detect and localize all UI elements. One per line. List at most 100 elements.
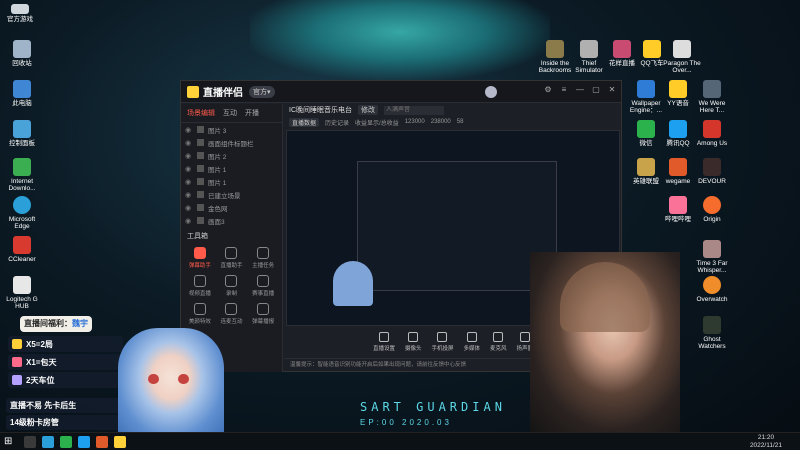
desktop-icon-amongus[interactable]: Among Us	[692, 120, 732, 147]
settings-icon[interactable]: ⚙	[543, 85, 553, 95]
tool-video-live[interactable]: 视频直播	[185, 273, 215, 299]
eye-icon[interactable]: ◉	[185, 126, 193, 134]
desktop-icon-devour[interactable]: DEVOUR	[692, 158, 732, 185]
image-icon	[197, 178, 204, 185]
tab-scene-edit[interactable]: 场景编辑	[187, 108, 215, 118]
tool-streamer-tasks[interactable]: 主播任务	[248, 245, 278, 271]
eye-icon[interactable]: ◉	[185, 178, 193, 186]
eye-icon[interactable]: ◉	[185, 152, 193, 160]
scene-item[interactable]: ◉ 图片 1	[181, 162, 282, 175]
wallpaper-hair	[250, 0, 550, 80]
qq-icon	[669, 120, 687, 138]
overwatch-icon	[703, 276, 721, 294]
image-icon	[197, 217, 204, 224]
scene-item[interactable]: ◉ 图片 2	[181, 149, 282, 162]
tab-live[interactable]: 开播	[245, 108, 259, 118]
desktop-icon-control-panel[interactable]: 控制面板	[2, 120, 42, 147]
avatar-eyes	[148, 374, 194, 384]
wegame-icon	[669, 158, 687, 176]
camera-button[interactable]: 摄像头	[405, 332, 421, 352]
version-dropdown[interactable]: 官方▾	[249, 85, 275, 98]
image-icon	[197, 152, 204, 159]
desktop-icon-paragon[interactable]: Paragon The Over...	[662, 40, 702, 74]
media-button[interactable]: 多媒体	[464, 332, 480, 352]
taskbar-app-icon[interactable]	[96, 436, 108, 448]
settings-icon	[378, 332, 389, 342]
app-title: 直播伴侣	[203, 88, 243, 99]
recycle-bin-icon	[13, 40, 31, 58]
scene-item[interactable]: ◉ 图片 1	[181, 175, 282, 188]
desktop-icon-edge[interactable]: Microsoft Edge	[2, 196, 42, 230]
tool-esports-live[interactable]: 赛事直播	[248, 273, 278, 299]
taskbar-search-icon[interactable]	[24, 436, 36, 448]
taskbar-edge-icon[interactable]	[42, 436, 54, 448]
live-data-badge[interactable]: 直播数据	[289, 117, 320, 127]
tool-live-assistant[interactable]: 直播助手	[217, 245, 247, 271]
microphone-button[interactable]: 麦克风	[490, 332, 507, 352]
overlay-title: 直播间福利：魏宇	[20, 316, 92, 332]
taskbar: ⊞ 21:20 2022/11/21	[0, 432, 800, 450]
tool-danmu-assistant[interactable]: 弹幕助手	[185, 245, 215, 271]
desktop-icon-wewerehere[interactable]: We Were Here T...	[692, 80, 732, 114]
gift-icon	[12, 357, 22, 367]
trophy-icon	[257, 275, 270, 287]
windows-start-icon[interactable]: ⊞	[4, 436, 16, 448]
desktop-icon-ghub[interactable]: Logitech G HUB	[2, 276, 42, 310]
footer-line: 14级粉卡房管	[6, 415, 126, 430]
rule-item: X1=包天	[8, 354, 123, 370]
game-icon	[703, 158, 721, 176]
scene-item[interactable]: ◉ 图片 3	[181, 123, 282, 136]
taskbar-clock[interactable]: 21:20 2022/11/21	[750, 434, 782, 450]
close-icon[interactable]: ✕	[607, 85, 617, 95]
wallpaper-subtitle: EP:00 2020.03	[360, 418, 452, 427]
scene-tabs: 场景编辑 互动 开播	[181, 104, 282, 123]
eye-icon[interactable]: ◉	[185, 165, 193, 173]
tool-danmu-broadcast[interactable]: 弹幕播报	[248, 301, 278, 327]
minimize-icon[interactable]: —	[575, 85, 585, 95]
user-avatar[interactable]	[485, 86, 497, 98]
computer-icon	[13, 80, 31, 98]
desktop-icon-time3[interactable]: Time 3 Far Whisper...	[692, 240, 732, 274]
taskbar-qq-icon[interactable]	[78, 436, 90, 448]
eye-icon[interactable]: ◉	[185, 217, 193, 225]
desktop-icon-this-pc[interactable]: 此电脑	[2, 80, 42, 107]
beauty-icon	[193, 303, 206, 315]
desktop-icon-origin[interactable]: Origin	[692, 196, 732, 223]
image-icon	[197, 126, 204, 133]
room-tag-input[interactable]	[384, 105, 444, 115]
taskbar-streaming-icon[interactable]	[114, 436, 126, 448]
tab-interact[interactable]: 互动	[223, 108, 237, 118]
history-label[interactable]: 历史记录	[325, 118, 349, 127]
income-value: 123000	[404, 119, 425, 125]
video-icon	[193, 275, 206, 287]
desktop-icon-overwatch[interactable]: Overwatch	[692, 276, 732, 303]
edge-icon	[13, 196, 31, 214]
image-icon	[197, 165, 204, 172]
desktop-icon-idm[interactable]: Internet Downlo...	[2, 158, 42, 192]
camera-icon	[408, 332, 419, 342]
scene-item[interactable]: ◉ 已建立场景	[181, 188, 282, 201]
menu-icon[interactable]: ≡	[559, 85, 569, 95]
eye-icon[interactable]: ◉	[185, 204, 193, 212]
stats-row: 直播数据 历史记录 收益显示/总收益 123000 238000 58	[284, 116, 622, 128]
scene-item[interactable]: ◉ 画面组件标题栏	[181, 136, 282, 149]
live-settings-button[interactable]: 直播设置	[373, 332, 395, 352]
taskbar-wechat-icon[interactable]	[60, 436, 72, 448]
phone-cast-button[interactable]: 手机投屏	[431, 332, 454, 352]
maximize-icon[interactable]: ▢	[591, 85, 601, 95]
clock-time: 21:20	[757, 434, 775, 441]
eye-icon[interactable]: ◉	[185, 139, 193, 147]
tool-record[interactable]: 录制	[217, 273, 247, 299]
eye-icon[interactable]: ◉	[185, 191, 193, 199]
desktop-icon-ghostwatchers[interactable]: Ghost Watchers	[692, 316, 732, 350]
speaker-icon	[519, 332, 530, 342]
edit-room-button[interactable]: 修改	[358, 105, 378, 115]
eye-right	[178, 374, 189, 384]
game-icon	[703, 80, 721, 98]
desktop-icon-recycle-bin[interactable]: 回收站	[2, 40, 42, 67]
desktop-icon-ccleaner[interactable]: CCleaner	[2, 236, 42, 263]
game-icon	[703, 240, 721, 258]
scene-item[interactable]: ◉ 金色网	[181, 201, 282, 214]
scene-item[interactable]: ◉ 画面3	[181, 214, 282, 227]
image-icon	[197, 191, 204, 198]
